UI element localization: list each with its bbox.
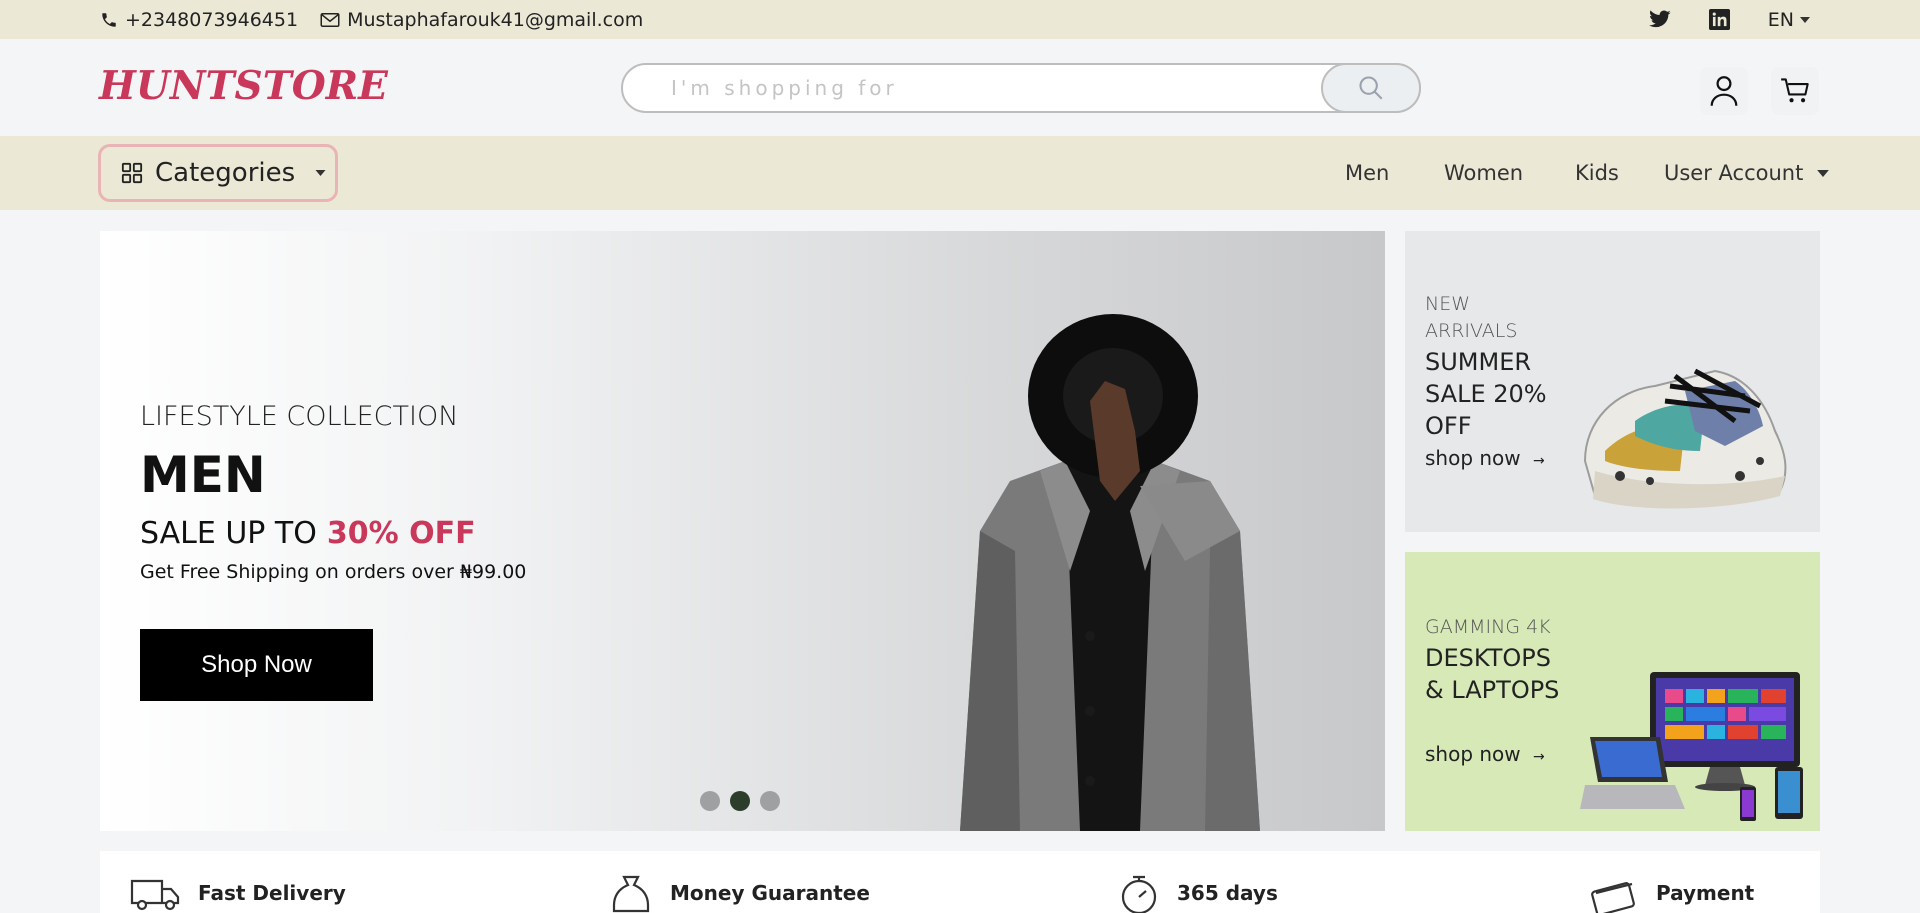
nav-link-men[interactable]: Men	[1345, 161, 1389, 185]
hero-banner: LIFESTYLE COLLECTION MEN SALE UP TO 30% O…	[100, 231, 1385, 831]
nav-link-women[interactable]: Women	[1444, 161, 1523, 185]
carousel-dot[interactable]	[700, 791, 720, 811]
header: HUNTSTORE	[0, 39, 1920, 136]
feature-title: Money Guarantee	[670, 881, 870, 905]
language-label: EN	[1767, 8, 1794, 31]
search-bar	[621, 63, 1421, 113]
sale-prefix: SALE UP TO	[140, 516, 317, 551]
hero-title: MEN	[140, 446, 266, 504]
user-icon	[1710, 76, 1738, 106]
user-account-dropdown[interactable]: User Account	[1664, 161, 1830, 185]
twitter-icon[interactable]	[1648, 10, 1671, 29]
carousel-dot[interactable]	[760, 791, 780, 811]
feature-money-guarantee: Money Guarantee	[610, 873, 870, 913]
arrow-right-icon: →	[1533, 749, 1545, 765]
promo-kicker: NEW ARRIVALS	[1425, 293, 1518, 342]
store-logo[interactable]: HUNTSTORE	[99, 63, 388, 109]
devices-image	[1580, 672, 1803, 821]
feature-fast-delivery: Fast Delivery	[130, 873, 346, 913]
shop-now-link[interactable]: shop now →	[1425, 742, 1545, 766]
top-bar: +2348073946451 Mustaphafarouk41@gmail.co…	[0, 0, 1920, 39]
feature-title: 365 days	[1177, 881, 1278, 905]
cart-icon	[1781, 78, 1809, 103]
linkedin-icon[interactable]	[1708, 9, 1730, 30]
hero-shipping-text: Get Free Shipping on orders over ₦99.00	[140, 561, 527, 583]
shop-now-label: shop now	[1425, 742, 1521, 766]
nav-bar: Categories Men Women Kids User Account	[0, 136, 1920, 210]
email-contact[interactable]: Mustaphafarouk41@gmail.com	[320, 9, 643, 31]
user-account-button[interactable]	[1700, 67, 1748, 115]
carousel-dot-active[interactable]	[730, 791, 750, 811]
search-input[interactable]	[641, 65, 1291, 111]
arrow-right-icon: →	[1533, 453, 1545, 469]
user-account-label: User Account	[1664, 161, 1804, 185]
caret-down-icon	[1817, 169, 1830, 177]
credit-card-icon	[1591, 882, 1635, 913]
language-selector[interactable]: EN	[1768, 9, 1810, 31]
topbar-right: EN	[1648, 0, 1810, 39]
shop-now-label: shop now	[1425, 446, 1521, 470]
stopwatch-icon	[1121, 875, 1157, 913]
shop-now-link[interactable]: shop now →	[1425, 446, 1545, 470]
caret-down-icon	[1800, 16, 1810, 23]
phone-icon	[102, 12, 116, 27]
sneaker-image	[1583, 368, 1787, 509]
features-strip: Fast Delivery Money Guarantee 365 days P…	[100, 851, 1820, 913]
shop-now-button[interactable]: Shop Now	[140, 629, 373, 701]
email-address: Mustaphafarouk41@gmail.com	[347, 8, 644, 31]
contact-info: +2348073946451 Mustaphafarouk41@gmail.co…	[100, 0, 643, 39]
hero-man-image	[960, 314, 1260, 831]
nav-links: Men Women Kids User Account	[0, 136, 1920, 210]
feature-title: Payment	[1656, 881, 1755, 905]
feature-title: Fast Delivery	[198, 881, 346, 905]
promo-kicker: GAMMING 4K	[1425, 616, 1551, 638]
hero-sale-text: SALE UP TO 30% OFF	[140, 516, 476, 551]
feature-365-days: 365 days	[1115, 873, 1278, 913]
feature-payment: Payment	[1590, 873, 1754, 913]
search-button[interactable]	[1321, 63, 1421, 113]
hero-subtitle: LIFESTYLE COLLECTION	[140, 401, 459, 432]
promo-card-desktops-laptops[interactable]: GAMMING 4K DESKTOPS & LAPTOPS shop now →	[1405, 552, 1820, 831]
cart-button[interactable]	[1771, 67, 1819, 115]
mail-icon	[320, 12, 340, 27]
phone-contact[interactable]: +2348073946451	[100, 9, 298, 31]
nav-link-kids[interactable]: Kids	[1575, 161, 1619, 185]
search-icon	[1359, 76, 1383, 100]
phone-number: +2348073946451	[125, 8, 299, 31]
truck-icon	[130, 879, 180, 911]
sale-percent: 30% OFF	[326, 516, 476, 551]
money-bag-icon	[612, 875, 650, 913]
promo-title: DESKTOPS & LAPTOPS	[1425, 644, 1560, 704]
carousel-dots	[700, 791, 780, 811]
promo-title: SUMMER SALE 20% OFF	[1425, 348, 1547, 440]
promo-card-summer-sale[interactable]: NEW ARRIVALS SUMMER SALE 20% OFF shop no…	[1405, 231, 1820, 532]
